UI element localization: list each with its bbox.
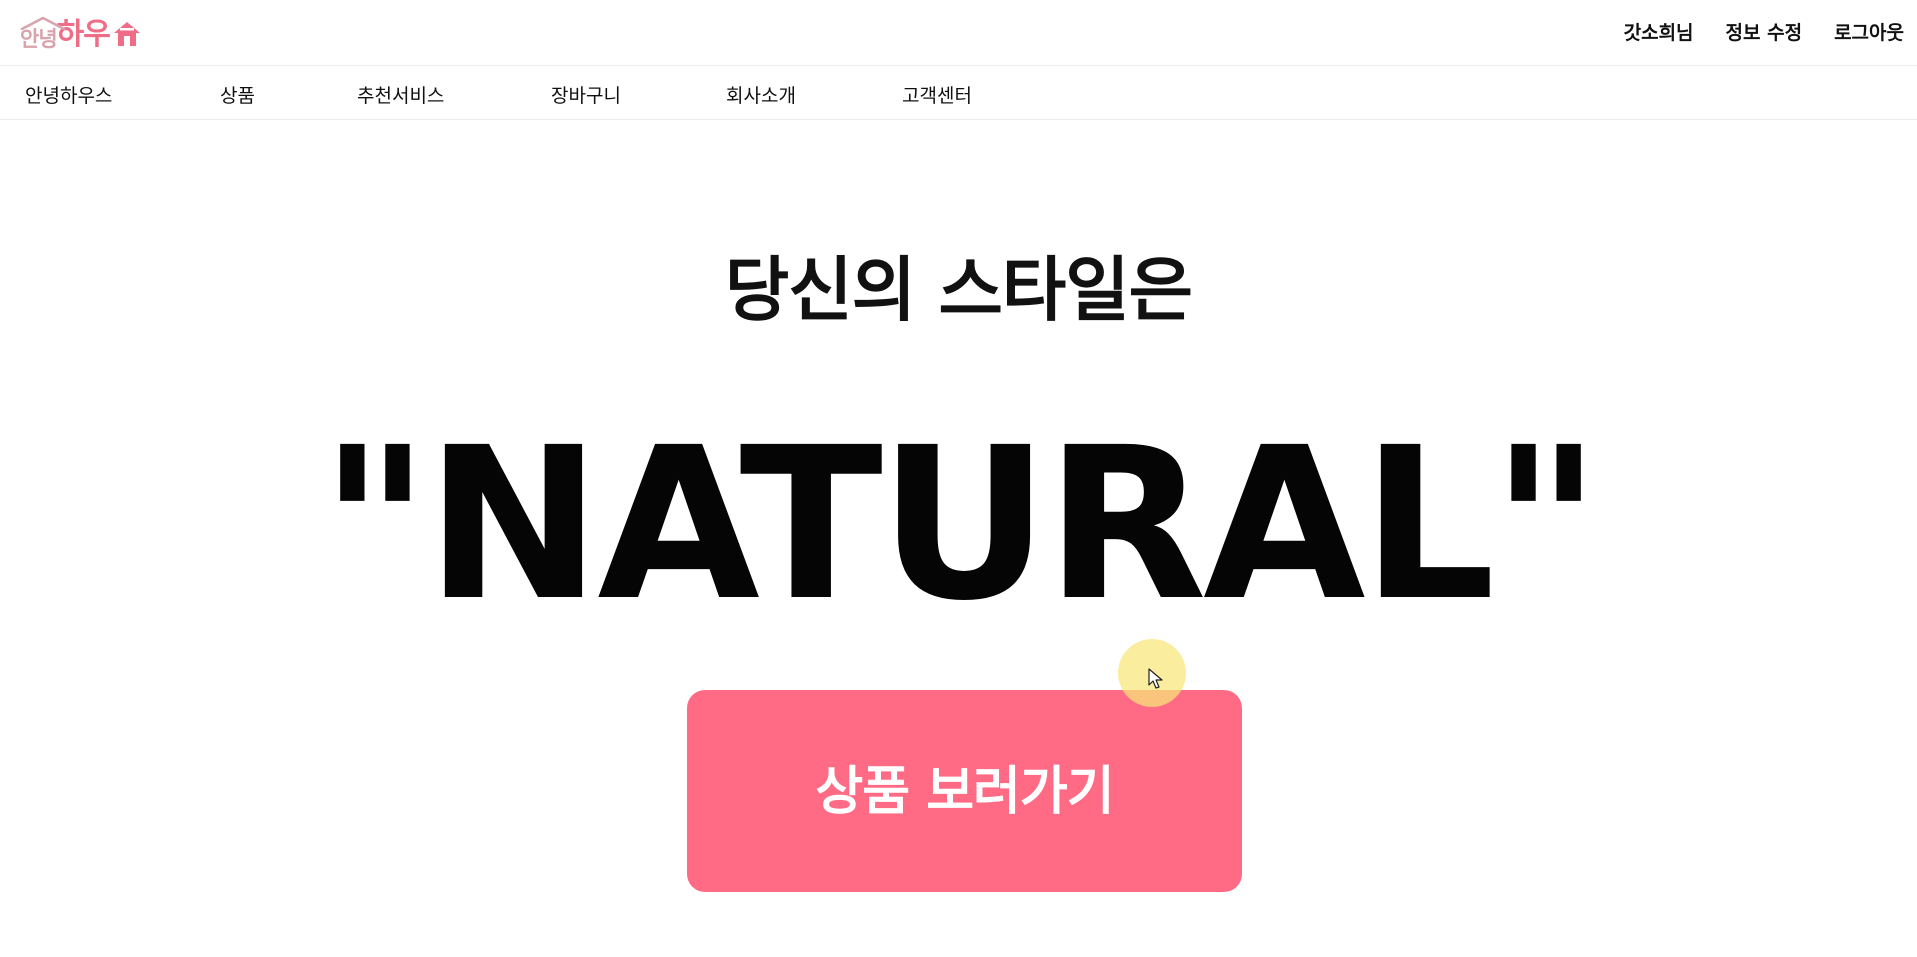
user-menu: 갓소희님 정보 수정 로그아웃 (1624, 18, 1917, 45)
main-nav: 안녕하우스 상품 추천서비스 장바구니 회사소개 고객센터 (0, 66, 1917, 120)
user-name: 갓소희님 (1623, 22, 1694, 44)
hero-subtitle: 당신의 스타일은 (724, 249, 1193, 331)
view-products-button[interactable]: 상품 보러가기 (687, 690, 1242, 892)
nav-item-customer-center[interactable]: 고객센터 (902, 81, 972, 108)
nav-item-products[interactable]: 상품 (220, 81, 255, 108)
nav-item-annyeong-house[interactable]: 안녕하우스 (25, 81, 112, 108)
house-icon (113, 22, 140, 46)
nav-item-about[interactable]: 회사소개 (726, 81, 796, 108)
logo-roof-icon (20, 16, 66, 30)
mouse-pointer-icon (1148, 668, 1163, 689)
logout-link[interactable]: 로그아웃 (1834, 18, 1904, 45)
edit-profile-link[interactable]: 정보 수정 (1726, 18, 1803, 45)
logo-small-text: 안녕 (20, 16, 66, 52)
style-result-title: "NATURAL" (320, 402, 1601, 647)
top-header: 안녕 하우 갓소희님 정보 수정 로그아웃 (0, 0, 1917, 66)
nav-item-cart[interactable]: 장바구니 (551, 81, 621, 108)
site-logo[interactable]: 안녕 하우 (20, 16, 142, 52)
nav-item-recommendation[interactable]: 추천서비스 (357, 81, 444, 108)
